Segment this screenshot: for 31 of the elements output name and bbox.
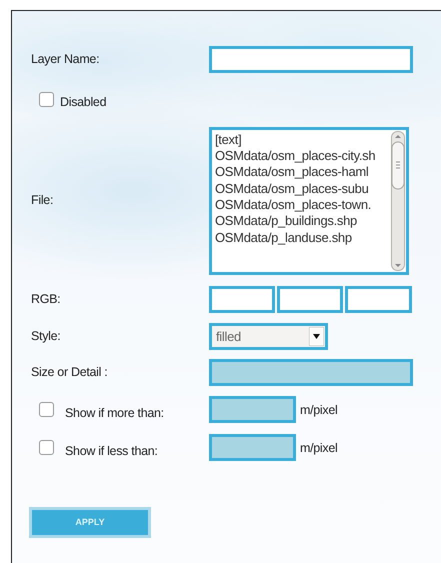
unit-label: m/pixel — [300, 440, 338, 457]
list-option[interactable]: OSMdata/osm_places-town. — [215, 196, 389, 214]
dropdown-arrow-icon[interactable] — [309, 326, 324, 346]
checkbox-label: Disabled — [60, 94, 106, 111]
list-option[interactable]: OSMdata/osm_places-subu — [215, 180, 389, 197]
list-option[interactable]: OSMdata/p_buildings.shp — [215, 213, 389, 230]
checkbox[interactable] — [39, 92, 54, 107]
checkbox[interactable] — [39, 440, 54, 455]
checkbox-label: Show if less than: — [65, 442, 158, 460]
list-option[interactable]: OSMdata/osm_places-haml — [215, 164, 389, 181]
layer-name-field[interactable] — [209, 46, 413, 73]
color-field[interactable] — [277, 286, 343, 313]
checkbox[interactable] — [39, 402, 54, 417]
scrollbar[interactable] — [391, 130, 405, 271]
size-field[interactable] — [209, 358, 413, 386]
list-option[interactable]: OSMdata/p_landuse.shp — [215, 230, 389, 246]
field-label: Style: — [30, 328, 62, 345]
file-list[interactable]: [text] OSMdata/osm_places-city.sh OSMdata/osm_places-haml OSMdata/osm_places-subu OSMdata/osm_places-town. OSMdata/p_buildings.shp OSMdata/p_landuse.shp — [209, 126, 409, 275]
field-label: Layer Name: — [30, 51, 100, 68]
field-label: RGB: — [30, 290, 62, 308]
field-label: File: — [30, 192, 54, 210]
color-field[interactable] — [345, 286, 412, 313]
field-label: Size or Detail : — [30, 364, 108, 381]
checkbox-label: Show if more than: — [65, 404, 164, 422]
scale-field[interactable] — [209, 396, 296, 423]
style-select[interactable]: filled — [209, 322, 328, 350]
list-option[interactable]: [text] — [215, 132, 389, 148]
color-field[interactable] — [209, 286, 275, 313]
list-option[interactable]: OSMdata/osm_places-city.sh — [215, 148, 389, 164]
scale-field[interactable] — [209, 434, 296, 461]
unit-label: m/pixel — [300, 402, 338, 419]
